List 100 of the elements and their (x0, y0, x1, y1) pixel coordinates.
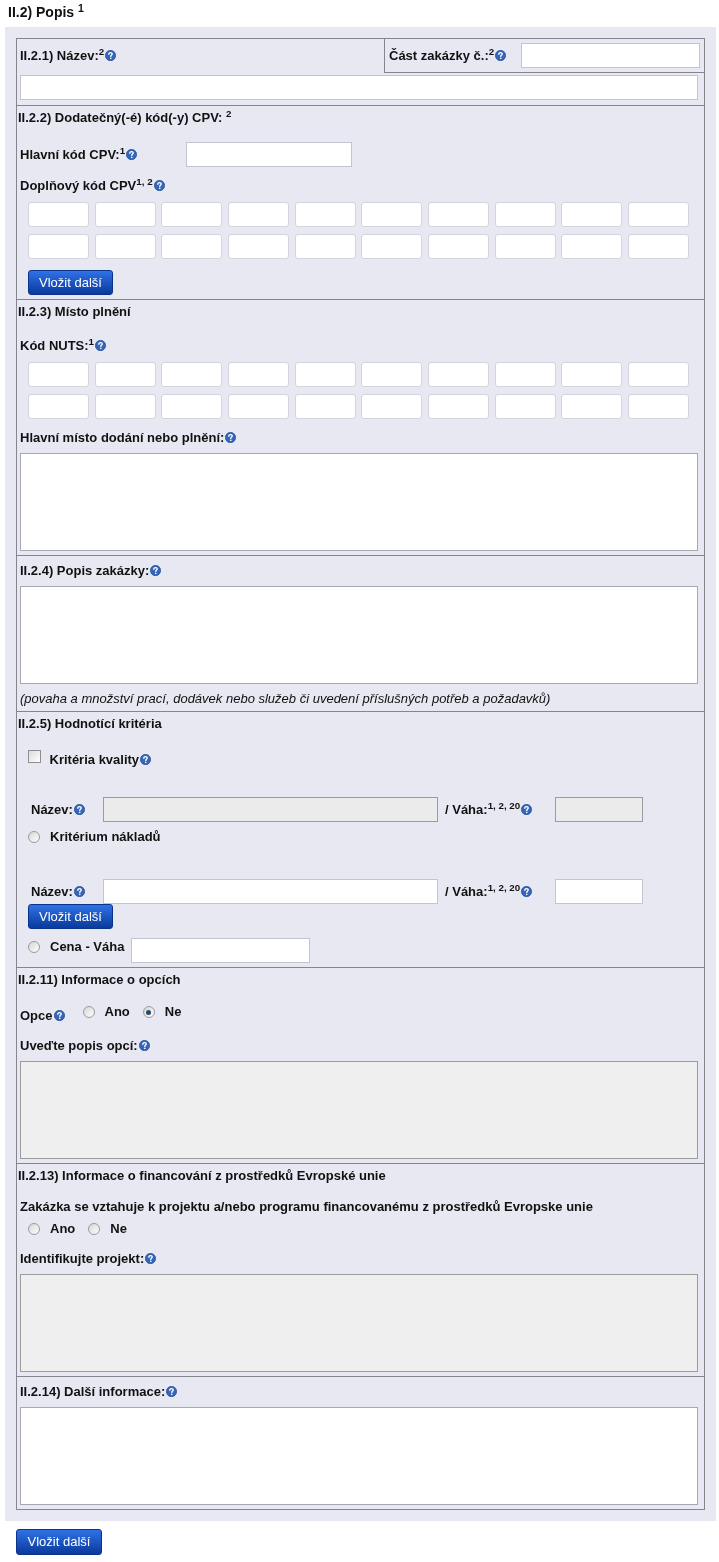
text-field[interactable] (227, 394, 290, 419)
field-label: Název: (31, 801, 73, 818)
text-field[interactable] (227, 361, 290, 387)
text-field[interactable] (294, 361, 356, 387)
text-field[interactable] (427, 361, 490, 387)
help-icon[interactable] (150, 565, 162, 576)
text-field[interactable] (186, 142, 352, 167)
text-field[interactable] (427, 201, 490, 227)
radio-button[interactable] (88, 1223, 101, 1235)
radio-label: Kritérium nákladů (50, 829, 161, 845)
text-field[interactable] (28, 394, 90, 419)
text-field[interactable] (494, 394, 556, 419)
add-more-button[interactable]: Vložit další (28, 270, 113, 295)
radio-label: Ne (110, 1221, 127, 1237)
text-field[interactable] (227, 201, 290, 227)
text-field[interactable] (28, 234, 90, 259)
text-area[interactable] (20, 453, 698, 551)
text-area[interactable] (20, 1407, 698, 1505)
radio-label: Ano (50, 1221, 76, 1237)
field-label: Název: (31, 883, 73, 900)
field-label: Hlavní kód CPV:$^{1}$ (20, 146, 126, 163)
help-icon[interactable] (95, 340, 107, 351)
section-title: II.2) Popis $^{1}$ (8, 4, 84, 20)
field-label: Zakázka se vztahuje k projektu a/nebo programu financovanému z prostředků Evropske unie (20, 1199, 593, 1215)
text-field[interactable] (94, 201, 156, 227)
text-field[interactable] (28, 201, 90, 227)
field-label: Doplňový kód CPV$^{1, 2}$ (20, 178, 153, 194)
help-icon[interactable] (153, 180, 165, 191)
section-heading: II.2.14) Další informace: (20, 1384, 166, 1400)
help-icon[interactable] (145, 1253, 157, 1264)
help-icon[interactable] (138, 1040, 150, 1051)
text-field[interactable] (161, 201, 223, 227)
text-field[interactable] (561, 234, 623, 259)
text-field[interactable] (103, 879, 438, 904)
add-more-button[interactable]: Vložit další (16, 1529, 102, 1555)
text-field[interactable] (161, 394, 223, 419)
text-field[interactable] (131, 938, 311, 963)
text-field[interactable] (561, 394, 623, 419)
help-icon[interactable] (53, 1010, 65, 1021)
text-field[interactable] (627, 201, 689, 227)
text-field[interactable] (361, 361, 423, 387)
text-field[interactable] (294, 201, 356, 227)
text-area[interactable] (20, 586, 698, 684)
text-field[interactable] (427, 234, 490, 259)
text-field[interactable] (94, 361, 156, 387)
help-icon[interactable] (140, 754, 152, 765)
field-label: Identifikujte projekt: (20, 1251, 145, 1267)
text-field[interactable] (561, 201, 623, 227)
text-field[interactable] (28, 361, 90, 387)
text-field[interactable] (20, 75, 698, 100)
text-field[interactable] (361, 394, 423, 419)
field-label: Hlavní místo dodání nebo plnění: (20, 430, 225, 446)
field-label: / Váha:$^{1, 2, 20}$ (445, 801, 521, 818)
text-field[interactable] (494, 361, 556, 387)
radio-label: Ano (104, 1004, 130, 1020)
text-field[interactable] (555, 879, 643, 904)
checkbox-label: Kritéria kvality (49, 752, 140, 768)
text-field[interactable] (161, 234, 223, 259)
text-field[interactable] (627, 361, 689, 387)
text-field[interactable] (427, 394, 490, 419)
text-field[interactable] (94, 394, 156, 419)
text-field[interactable] (227, 234, 290, 259)
radio-button[interactable] (82, 1006, 95, 1018)
help-icon[interactable] (105, 50, 117, 61)
field-label: Kód NUTS:$^{1}$ (20, 338, 95, 354)
field-label: Opce (20, 1008, 53, 1024)
field-label: II.2.1) Název:$^{2}$ (20, 48, 105, 64)
radio-button[interactable] (28, 1223, 40, 1235)
radio-button[interactable] (142, 1006, 155, 1018)
hint-text: (povaha a množství prací, dodávek nebo služeb či uvedení příslušných potřeb a požadavků) (20, 691, 551, 707)
text-field[interactable] (94, 234, 156, 259)
add-more-button[interactable]: Vložit další (28, 904, 113, 929)
help-icon[interactable] (73, 885, 85, 897)
text-field[interactable] (294, 234, 356, 259)
help-icon[interactable] (166, 1386, 178, 1397)
help-icon[interactable] (126, 148, 138, 160)
field-label: Uveďte popis opcí: (20, 1038, 138, 1054)
text-field[interactable] (361, 201, 423, 227)
help-icon[interactable] (225, 432, 237, 443)
text-field[interactable] (627, 234, 689, 259)
text-field[interactable] (521, 43, 700, 68)
help-icon[interactable] (521, 885, 533, 897)
help-icon[interactable] (495, 49, 507, 61)
text-field[interactable] (361, 234, 423, 259)
radio-button[interactable] (28, 831, 40, 843)
radio-button[interactable] (28, 941, 40, 953)
checkbox[interactable] (27, 750, 41, 763)
text-field[interactable] (561, 361, 623, 387)
section-heading: II.2.3) Místo plnění (18, 304, 131, 320)
field-label: / Váha:$^{1, 2, 20}$ (445, 883, 521, 900)
text-field[interactable] (294, 394, 356, 419)
text-field[interactable] (161, 361, 223, 387)
text-field[interactable] (494, 201, 556, 227)
section-heading: II.2.11) Informace o opcích (18, 972, 181, 988)
section-heading: II.2.13) Informace o financování z prostředků Evropské unie (18, 1168, 386, 1184)
text-field[interactable] (627, 394, 689, 419)
section-heading: II.2.5) Hodnotící kritéria (18, 716, 162, 732)
text-field[interactable] (494, 234, 556, 259)
section-heading: II.2.4) Popis zakázky: (20, 563, 150, 579)
radio-label: Ne (164, 1004, 182, 1020)
